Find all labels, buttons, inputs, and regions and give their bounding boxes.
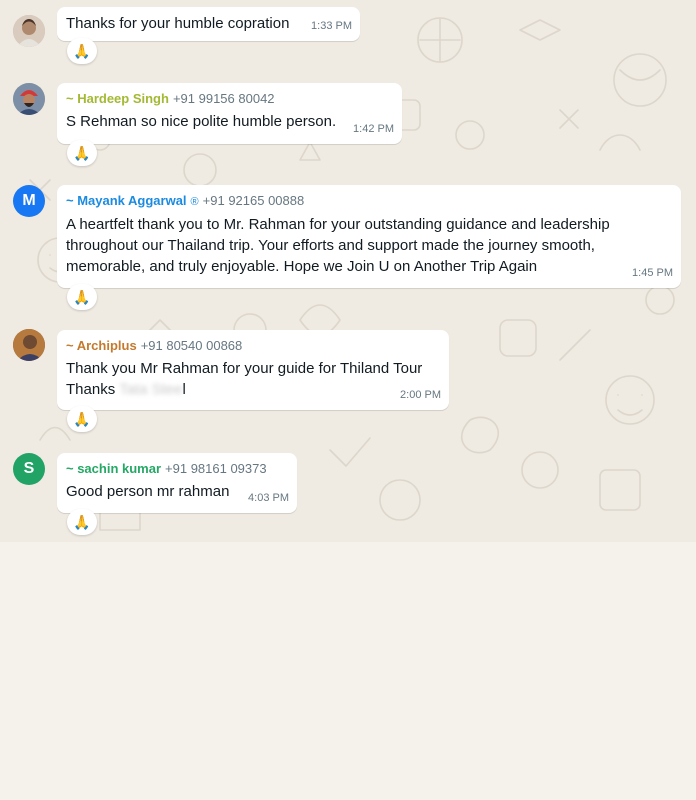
avatar-letter: S bbox=[23, 460, 35, 477]
sender-phone: +91 80540 00868 bbox=[140, 338, 243, 353]
message-bubble[interactable]: ~ Archiplus +91 80540 00868 Thank you Mr … bbox=[57, 330, 449, 410]
message-time: 4:03 PM bbox=[248, 492, 289, 504]
message-time: 1:45 PM bbox=[632, 267, 673, 279]
chat-area: Thanks for your humble copration 1:33 PM… bbox=[0, 0, 696, 542]
reaction-badge[interactable]: 🙏 bbox=[67, 509, 97, 535]
message-text: S Rehman so nice polite humble person. bbox=[66, 113, 337, 130]
message-time: 1:33 PM bbox=[311, 20, 352, 32]
registered-icon: ® bbox=[190, 196, 199, 208]
message-bubble[interactable]: ~ Mayank Aggarwal ® +91 92165 00888 A hear… bbox=[57, 185, 681, 288]
reaction-badge[interactable]: 🙏 bbox=[67, 140, 97, 166]
sender-line: ~ Archiplus +91 80540 00868 bbox=[66, 337, 440, 355]
sender-phone: +91 92165 00888 bbox=[202, 193, 305, 208]
sender-line: ~ sachin kumar +91 98161 09373 bbox=[66, 460, 288, 478]
message-text: A heartfelt thank you to Mr. Rahman for … bbox=[66, 216, 614, 275]
sender-name[interactable]: ~ Mayank Aggarwal bbox=[66, 193, 187, 208]
message-time: 2:00 PM bbox=[400, 389, 441, 401]
message-time: 1:42 PM bbox=[353, 123, 394, 135]
message-text-end: l bbox=[182, 381, 186, 398]
reaction-badge[interactable]: 🙏 bbox=[67, 38, 97, 64]
avatar-letter: M bbox=[22, 192, 36, 209]
message-text-line: Thank you Mr Rahman for your guide for T… bbox=[66, 360, 423, 377]
sender-line: ~ Hardeep Singh +91 99156 80042 bbox=[66, 90, 393, 108]
sender-phone: +91 99156 80042 bbox=[172, 91, 275, 106]
avatar[interactable] bbox=[13, 329, 45, 361]
message-text: Thanks for your humble copration bbox=[66, 15, 290, 32]
sender-name[interactable]: ~ Archiplus bbox=[66, 338, 137, 353]
message-bubble[interactable]: ~ sachin kumar +91 98161 09373 Good perso… bbox=[57, 453, 297, 513]
sender-line: ~ Mayank Aggarwal ® +91 92165 00888 bbox=[66, 192, 672, 211]
message-text-line: Thanks Tata Steel bbox=[66, 379, 440, 400]
blurred-text: Tata Stee bbox=[119, 381, 183, 398]
message-text-start: Thanks bbox=[66, 381, 120, 398]
person-photo-icon bbox=[13, 329, 45, 361]
message-bubble[interactable]: ~ Hardeep Singh +91 99156 80042 S Rehman … bbox=[57, 83, 402, 144]
message-bubble[interactable]: Thanks for your humble copration 1:33 PM bbox=[57, 7, 360, 41]
sender-name[interactable]: ~ sachin kumar bbox=[66, 461, 161, 476]
sender-phone: +91 98161 09373 bbox=[165, 461, 267, 476]
avatar[interactable]: S bbox=[13, 453, 45, 485]
person-photo-icon bbox=[13, 15, 45, 47]
reaction-badge[interactable]: 🙏 bbox=[67, 406, 97, 432]
empty-background bbox=[0, 542, 696, 800]
reaction-badge[interactable]: 🙏 bbox=[67, 284, 97, 310]
turban-person-photo-icon bbox=[13, 83, 45, 115]
avatar[interactable]: M bbox=[13, 185, 45, 217]
avatar[interactable] bbox=[13, 83, 45, 115]
sender-name[interactable]: ~ Hardeep Singh bbox=[66, 91, 169, 106]
avatar[interactable] bbox=[13, 15, 45, 47]
